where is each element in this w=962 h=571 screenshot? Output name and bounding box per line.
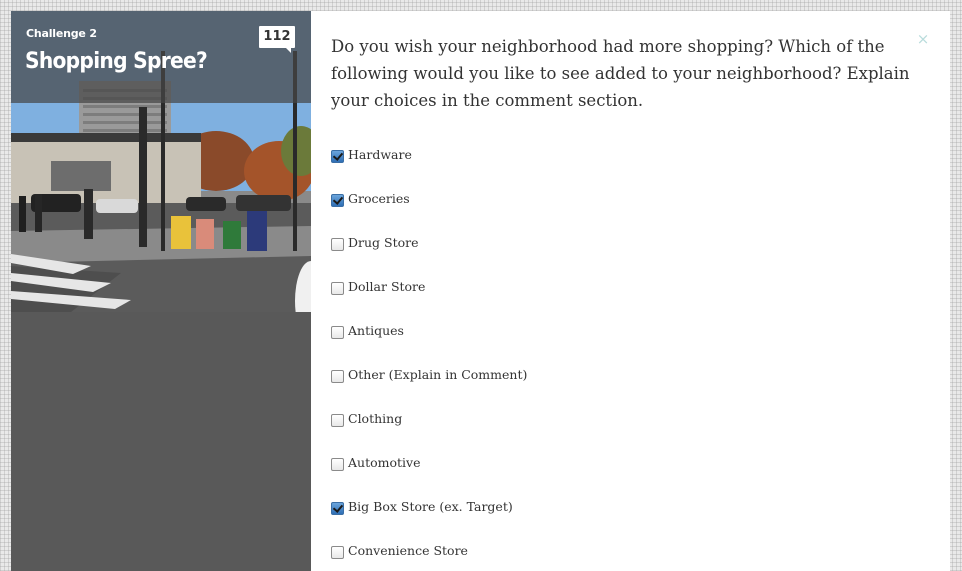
checkbox[interactable]: [331, 458, 344, 471]
title-overlay: Challenge 2 Shopping Spree?: [11, 11, 311, 103]
option-big-box-store[interactable]: Big Box Store (ex. Target): [331, 497, 891, 541]
checkbox[interactable]: [331, 282, 344, 295]
option-label: Dollar Store: [348, 279, 426, 294]
option-label: Automotive: [348, 455, 421, 470]
close-icon[interactable]: ×: [916, 31, 930, 47]
option-label: Hardware: [348, 147, 412, 162]
checkbox[interactable]: [331, 150, 344, 163]
street-photo: Challenge 2 Shopping Spree? 112: [11, 11, 311, 312]
checkbox[interactable]: [331, 414, 344, 427]
question-panel: Do you wish your neighborhood had more s…: [311, 11, 950, 571]
option-label: Clothing: [348, 411, 403, 426]
challenge-modal: Challenge 2 Shopping Spree? 112 Do you w…: [11, 11, 950, 571]
challenge-title: Shopping Spree?: [25, 49, 208, 74]
challenge-sidebar: Challenge 2 Shopping Spree? 112: [11, 11, 311, 571]
option-label: Groceries: [348, 191, 410, 206]
option-label: Drug Store: [348, 235, 419, 250]
option-label: Other (Explain in Comment): [348, 367, 528, 382]
option-groceries[interactable]: Groceries: [331, 189, 891, 233]
checkbox[interactable]: [331, 370, 344, 383]
option-label: Convenience Store: [348, 543, 468, 558]
option-automotive[interactable]: Automotive: [331, 453, 891, 497]
option-label: Big Box Store (ex. Target): [348, 499, 513, 514]
option-other[interactable]: Other (Explain in Comment): [331, 365, 891, 409]
option-drug-store[interactable]: Drug Store: [331, 233, 891, 277]
option-convenience-store[interactable]: Convenience Store: [331, 541, 891, 571]
checkbox[interactable]: [331, 194, 344, 207]
option-hardware[interactable]: Hardware: [331, 145, 891, 189]
options-list: Hardware Groceries Drug Store Dollar Sto…: [331, 145, 891, 571]
response-count-badge: 112: [259, 26, 295, 53]
checkbox[interactable]: [331, 238, 344, 251]
checkbox[interactable]: [331, 502, 344, 515]
option-dollar-store[interactable]: Dollar Store: [331, 277, 891, 321]
option-label: Antiques: [348, 323, 404, 338]
challenge-label: Challenge 2: [26, 27, 97, 40]
option-antiques[interactable]: Antiques: [331, 321, 891, 365]
question-text: Do you wish your neighborhood had more s…: [331, 37, 910, 110]
checkbox[interactable]: [331, 546, 344, 559]
option-clothing[interactable]: Clothing: [331, 409, 891, 453]
checkbox[interactable]: [331, 326, 344, 339]
